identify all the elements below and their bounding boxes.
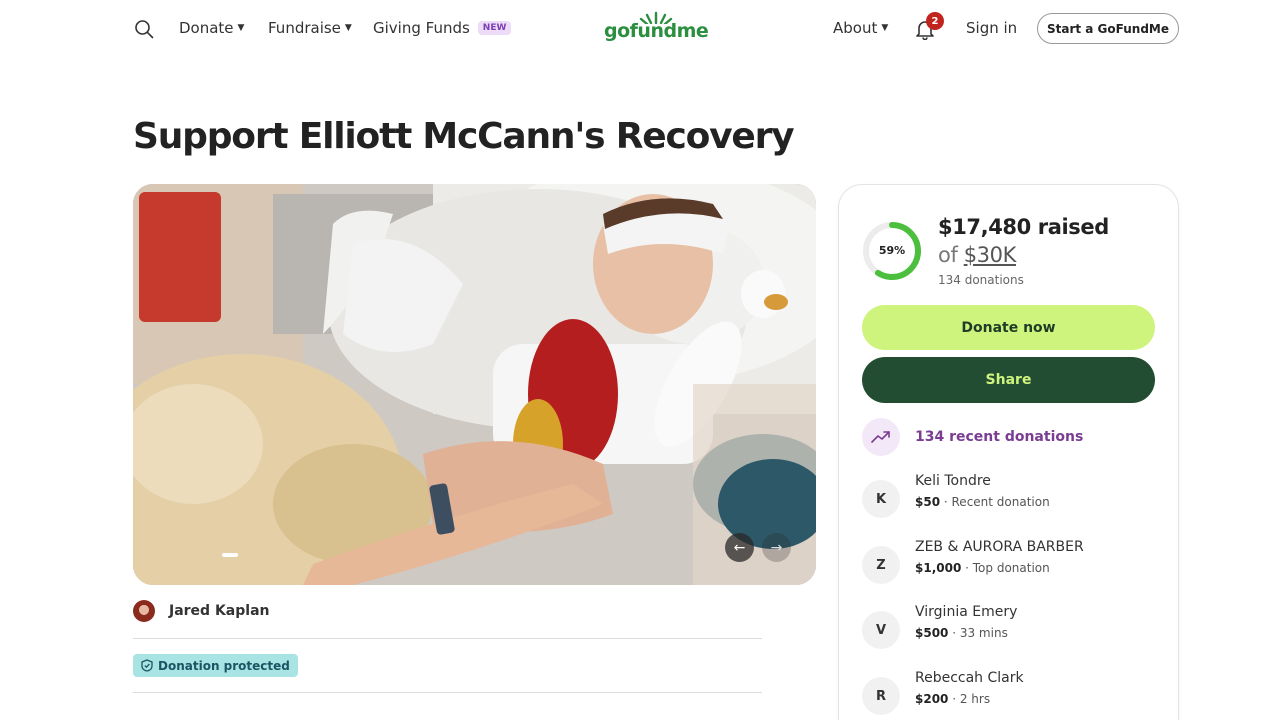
divider (133, 638, 762, 639)
site-header: Donate ▼ Fundraise ▼ Giving Funds NEW go… (0, 0, 1280, 58)
notification-count-badge: 2 (926, 12, 944, 30)
donor-name: Keli Tondre (915, 473, 991, 489)
donor-note: · Top donation (961, 561, 1050, 575)
nav-giving-funds[interactable]: Giving Funds NEW (373, 19, 512, 37)
donor-avatar: Z (862, 546, 900, 584)
donor-amount: $50 (915, 495, 941, 509)
donation-protected-badge[interactable]: Donation protected (133, 654, 298, 677)
signin-link[interactable]: Sign in (966, 19, 1017, 37)
donor-amount: $200 (915, 692, 949, 706)
nav-fundraise-label: Fundraise (268, 19, 341, 37)
goal-value: $30K (963, 243, 1017, 267)
donation-protected-label: Donation protected (158, 658, 290, 673)
donor-name: Rebeccah Clark (915, 670, 1024, 686)
shield-icon (141, 659, 153, 672)
search-icon[interactable] (134, 19, 154, 39)
donor-item: R Rebeccah Clark $200 · 2 hrs (862, 670, 1162, 717)
donor-amount: $1,000 (915, 561, 962, 575)
donor-item: Z ZEB & AURORA BARBER $1,000 · Top donat… (862, 539, 1162, 586)
donor-item: V Virginia Emery $500 · 33 mins (862, 604, 1162, 651)
organizer-avatar (133, 600, 155, 622)
organizer-name: Jared Kaplan (169, 603, 270, 619)
campaign-photo[interactable] (133, 184, 816, 585)
recent-donations-link[interactable]: 134 recent donations (915, 429, 1083, 445)
donor-meta: $500 · 33 mins (915, 626, 1008, 640)
carousel-prev-button[interactable]: ← (725, 533, 754, 562)
new-badge: NEW (477, 21, 512, 35)
donor-item: K Keli Tondre $50 · Recent donation (862, 473, 1162, 520)
start-gofundme-button[interactable]: Start a GoFundMe (1037, 13, 1179, 44)
donor-meta: $1,000 · Top donation (915, 561, 1050, 575)
donor-amount: $500 (915, 626, 949, 640)
donations-count: 134 donations (938, 273, 1024, 287)
caret-down-icon: ▼ (237, 23, 245, 33)
donor-name: Virginia Emery (915, 604, 1018, 620)
caret-down-icon: ▼ (881, 23, 889, 33)
share-button[interactable]: Share (862, 357, 1155, 403)
nav-fundraise[interactable]: Fundraise ▼ (268, 19, 352, 37)
amount-raised: $17,480 raised (938, 215, 1109, 239)
organizer-row[interactable]: Jared Kaplan (133, 600, 269, 622)
nav-giving-funds-label: Giving Funds (373, 19, 470, 37)
donor-avatar: R (862, 677, 900, 715)
goal-prefix: of (938, 243, 964, 267)
nav-about[interactable]: About ▼ (833, 19, 888, 37)
donor-name: ZEB & AURORA BARBER (915, 539, 1084, 555)
logo-text: gofundme (604, 20, 709, 42)
donor-meta: $50 · Recent donation (915, 495, 1050, 509)
donor-meta: $200 · 2 hrs (915, 692, 990, 706)
donate-now-button[interactable]: Donate now (862, 305, 1155, 350)
donor-note: · 33 mins (948, 626, 1008, 640)
gofundme-logo[interactable]: gofundme (604, 10, 709, 46)
caret-down-icon: ▼ (344, 23, 352, 33)
donor-note: · Recent donation (940, 495, 1050, 509)
carousel-indicator[interactable] (222, 553, 238, 557)
nav-about-label: About (833, 19, 878, 37)
trending-icon (862, 418, 900, 456)
arrow-left-icon: ← (733, 539, 746, 556)
campaign-title: Support Elliott McCann's Recovery (133, 116, 795, 157)
nav-donate-label: Donate (179, 19, 234, 37)
donor-avatar: K (862, 480, 900, 518)
progress-percent: 59% (878, 244, 906, 257)
divider (133, 692, 762, 693)
carousel-next-button[interactable]: → (762, 533, 791, 562)
campaign-photo-illustration (133, 184, 816, 585)
arrow-right-icon: → (770, 539, 783, 556)
nav-donate[interactable]: Donate ▼ (179, 19, 244, 37)
donor-note: · 2 hrs (948, 692, 991, 706)
donor-avatar: V (862, 611, 900, 649)
goal-amount: of $30K (938, 243, 1016, 267)
